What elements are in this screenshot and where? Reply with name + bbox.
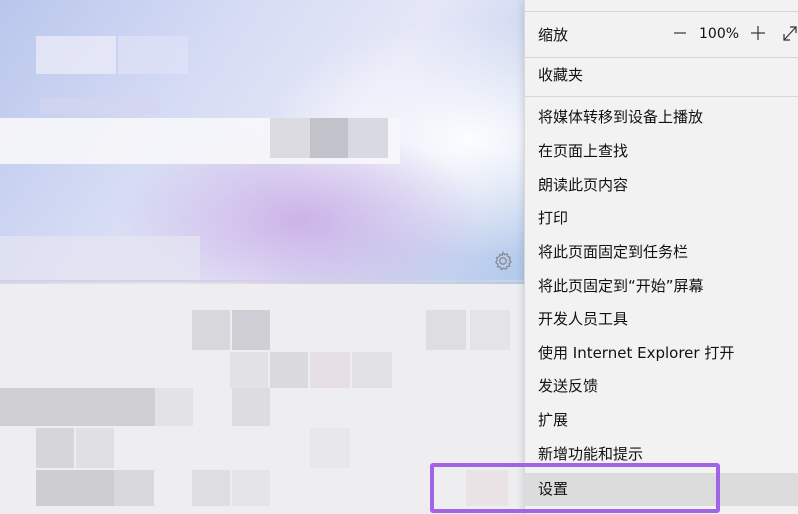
blurred-tile bbox=[230, 352, 268, 388]
blurred-tile bbox=[426, 310, 466, 350]
menu-item-read-aloud[interactable]: 朗读此页内容 bbox=[525, 169, 798, 202]
blurred-block bbox=[310, 118, 348, 158]
menu-item-print[interactable]: 打印 bbox=[525, 202, 798, 235]
blurred-block bbox=[118, 36, 188, 74]
menu-item-favorites[interactable]: 收藏夹 bbox=[525, 59, 798, 92]
menu-item-pin-to-start[interactable]: 将此页固定到“开始”屏幕 bbox=[525, 270, 798, 303]
blurred-tile bbox=[0, 388, 155, 426]
menu-item-find-on-page[interactable]: 在页面上查找 bbox=[525, 135, 798, 168]
blurred-tile bbox=[232, 470, 270, 506]
settings-more-menu: 缩放 100% 收藏夹 将媒体转移到设备上播放 在页面上查找 朗读此页内容 打印… bbox=[524, 0, 798, 514]
menu-item-cast-media[interactable]: 将媒体转移到设备上播放 bbox=[525, 101, 798, 134]
blurred-tile bbox=[36, 428, 74, 468]
blurred-block bbox=[36, 36, 116, 74]
blurred-tile bbox=[36, 470, 114, 506]
zoom-out-button[interactable] bbox=[669, 21, 691, 45]
blurred-tile bbox=[310, 428, 350, 468]
fullscreen-icon bbox=[783, 26, 797, 41]
fullscreen-button[interactable] bbox=[779, 21, 798, 45]
menu-separator bbox=[525, 96, 798, 97]
blurred-block bbox=[348, 118, 388, 158]
blurred-content-grid bbox=[0, 284, 524, 514]
blurred-tile bbox=[232, 310, 270, 350]
menu-item-open-with-ie[interactable]: 使用 Internet Explorer 打开 bbox=[525, 337, 798, 370]
blurred-block bbox=[270, 118, 310, 158]
gear-icon[interactable] bbox=[492, 250, 514, 272]
menu-separator bbox=[525, 57, 798, 58]
blurred-tile bbox=[114, 470, 154, 506]
blurred-block bbox=[40, 98, 160, 114]
plus-icon bbox=[751, 26, 765, 40]
blurred-tile bbox=[466, 470, 508, 506]
menu-item-extensions[interactable]: 扩展 bbox=[525, 404, 798, 437]
menu-item-send-feedback[interactable]: 发送反馈 bbox=[525, 370, 798, 403]
blurred-tile bbox=[270, 352, 308, 388]
blurred-tile bbox=[76, 428, 114, 468]
blurred-block bbox=[0, 280, 524, 282]
minus-icon bbox=[674, 32, 686, 34]
blurred-tile bbox=[470, 310, 510, 350]
blurred-tile bbox=[192, 470, 230, 506]
blurred-tile bbox=[310, 352, 350, 388]
blurred-tile bbox=[232, 388, 270, 426]
blurred-tile bbox=[352, 352, 392, 388]
menu-item-whats-new[interactable]: 新增功能和提示 bbox=[525, 438, 798, 471]
zoom-in-button[interactable] bbox=[747, 21, 769, 45]
zoom-row: 缩放 100% bbox=[525, 12, 798, 56]
menu-item-developer-tools[interactable]: 开发人员工具 bbox=[525, 303, 798, 336]
zoom-level: 100% bbox=[699, 26, 740, 42]
menu-item-pin-to-taskbar[interactable]: 将此页面固定到任务栏 bbox=[525, 236, 798, 269]
blurred-tile bbox=[155, 388, 193, 426]
blurred-block bbox=[0, 236, 200, 280]
menu-item-settings[interactable]: 设置 bbox=[525, 473, 798, 506]
blurred-tile bbox=[192, 310, 230, 350]
zoom-label: 缩放 bbox=[538, 26, 569, 44]
